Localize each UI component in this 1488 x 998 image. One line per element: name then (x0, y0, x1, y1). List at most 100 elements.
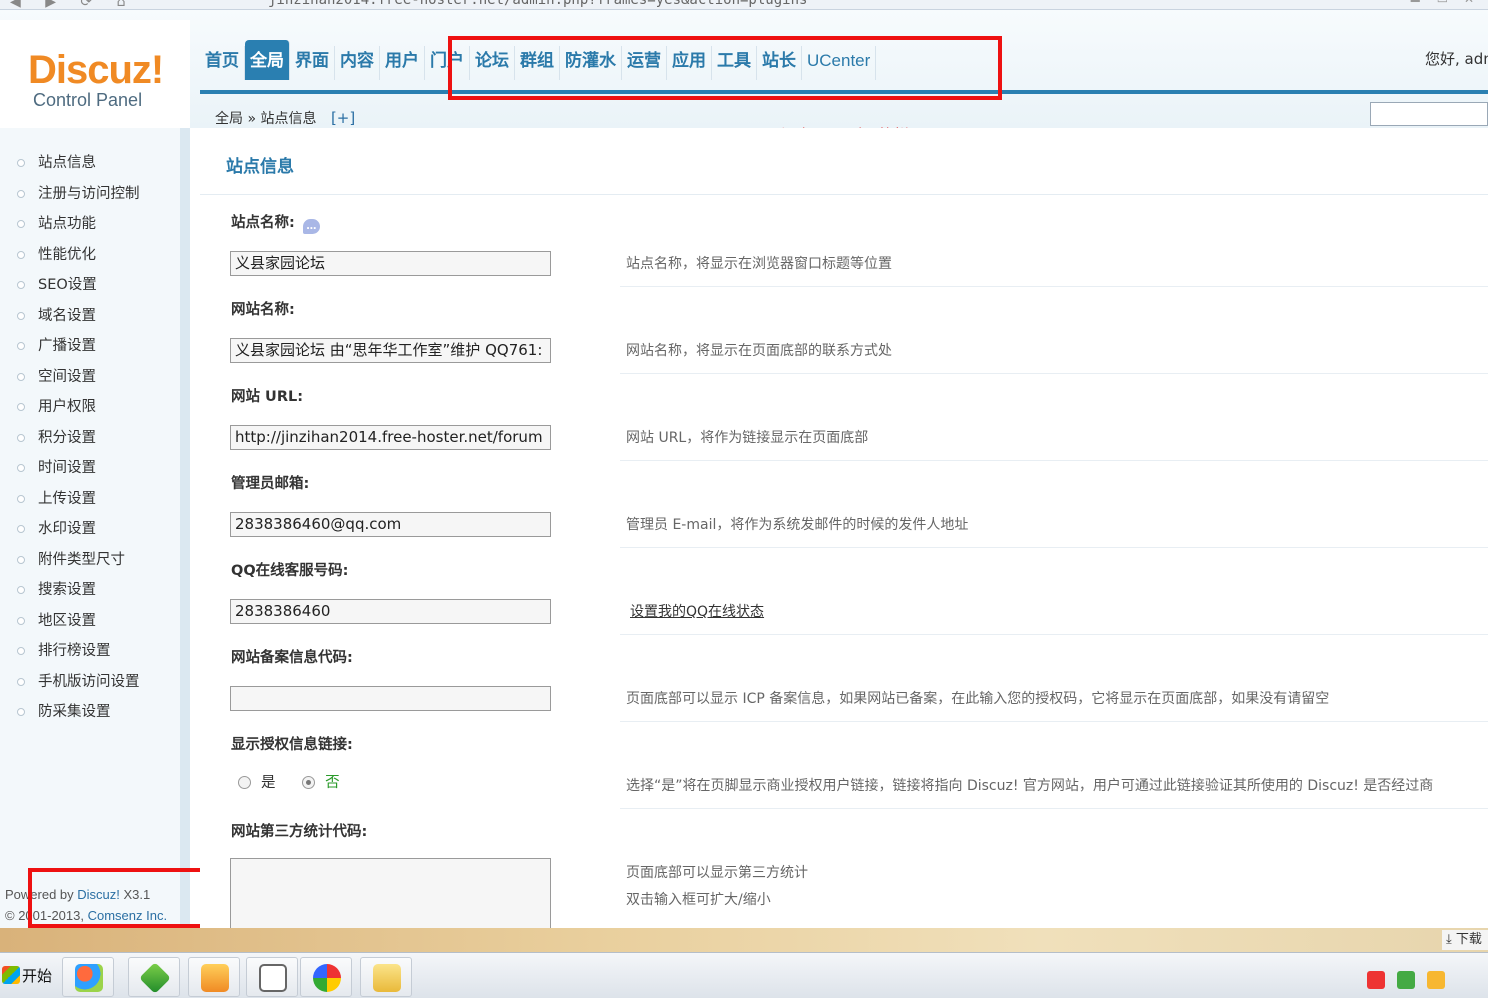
sidebar-item[interactable]: 水印设置 (0, 514, 180, 545)
sidebar-item-label: 广播设置 (38, 338, 96, 354)
sidebar-item[interactable]: 注册与访问控制 (0, 179, 180, 210)
radio-no-label: 否 (325, 775, 340, 791)
divider (620, 460, 1488, 461)
site-name-input[interactable]: 义县家园论坛 (230, 251, 551, 276)
bullet-icon (17, 647, 25, 655)
bullet-icon (17, 281, 25, 289)
sidebar-item-label: 站点信息 (38, 155, 96, 171)
graphics-icon[interactable] (1397, 971, 1415, 989)
taskbar-app[interactable] (246, 957, 298, 997)
website-name-label: 网站名称: (231, 302, 295, 318)
help-icon[interactable]: … (302, 219, 320, 234)
divider (200, 194, 1488, 195)
nav-user[interactable]: 用户 (380, 46, 425, 80)
divider (620, 373, 1488, 374)
bullet-icon (17, 616, 25, 625)
sidebar-item[interactable]: 排行榜设置 (0, 636, 180, 667)
tray-app-icon[interactable] (1427, 971, 1445, 989)
stat-code-textarea[interactable] (230, 858, 551, 928)
nav-content[interactable]: 内容 (335, 46, 380, 80)
sidebar-item-label: 空间设置 (38, 368, 96, 385)
search-input[interactable] (1370, 102, 1488, 126)
nav-home[interactable]: 首页 (200, 46, 245, 80)
browser-nav-icons[interactable]: ◀ ▶ ⟳ ⌂ (10, 0, 136, 9)
divider (620, 634, 1488, 635)
start-button[interactable]: 开始 (2, 965, 52, 986)
sidebar-item[interactable]: 附件类型尺寸 (0, 545, 180, 576)
icp-label: 网站备案信息代码: (231, 650, 353, 666)
sidebar-menu: 站点信息 注册与访问控制 站点功能 性能优化 SEO设置 域名设置 广播设置 空… (0, 148, 180, 728)
field-label: 站点名称: (231, 215, 295, 231)
nav-global[interactable]: 全局 (245, 40, 290, 80)
download-button[interactable]: ⤓ 下载 (1442, 930, 1488, 950)
sidebar-item[interactable]: 站点信息 (0, 148, 180, 179)
website-name-input[interactable]: 义县家园论坛 由“思年华工作室”维护 QQ761: (230, 338, 551, 363)
website-url-input[interactable]: http://jinzihan2014.free-hoster.net/foru… (230, 425, 551, 450)
bullet-icon (17, 464, 25, 472)
radio-yes[interactable]: 是 (238, 775, 276, 791)
download-manager-icon (139, 962, 171, 994)
radio-no[interactable]: 否 (302, 775, 340, 791)
sidebar-item-label: 域名设置 (38, 307, 96, 324)
sidebar-item[interactable]: 站点功能 (0, 209, 180, 240)
taskbar-app[interactable] (188, 957, 240, 997)
sidebar-item[interactable]: 地区设置 (0, 606, 180, 637)
sidebar-item-label: 上传设置 (38, 490, 96, 507)
sidebar-item-label: 搜索设置 (38, 582, 96, 598)
sidebar-item[interactable]: 上传设置 (0, 484, 180, 515)
admin-email-input[interactable]: 2838386460@qq.com (230, 512, 551, 537)
divider (620, 808, 1488, 809)
download-label: 下载 (1455, 932, 1482, 947)
taskbar-app[interactable] (128, 957, 180, 997)
sidebar-item[interactable]: SEO设置 (0, 270, 180, 301)
website-url-tip: 网站 URL，将作为链接显示在页面底部 (626, 430, 869, 446)
sidebar-item[interactable]: 搜索设置 (0, 575, 180, 606)
qq-status-link[interactable]: 设置我的QQ在线状态 (630, 601, 764, 621)
calculator-icon (259, 964, 287, 992)
bullet-icon (17, 555, 25, 564)
radio-selected-icon[interactable] (302, 776, 316, 789)
input-method-icon[interactable] (1367, 971, 1385, 989)
page-title: 站点信息 (226, 157, 294, 177)
taskbar-app[interactable] (300, 957, 352, 997)
sidebar-item[interactable]: 防采集设置 (0, 697, 180, 728)
divider (620, 286, 1488, 287)
user-greeting: 您好, adm (1425, 50, 1488, 68)
start-label: 开始 (22, 967, 53, 985)
logo-brand: Discuz! (28, 48, 164, 92)
sidebar-item-label: 时间设置 (38, 460, 96, 476)
sidebar-item[interactable]: 性能优化 (0, 240, 180, 271)
sidebar-item[interactable]: 用户权限 (0, 392, 180, 423)
sidebar-item[interactable]: 积分设置 (0, 423, 180, 454)
address-bar[interactable]: jinzihan2014.free-hoster.net/admin.php?f… (268, 0, 807, 8)
taskbar-app[interactable] (360, 957, 412, 997)
qq-service-input[interactable]: 2838386460 (230, 599, 551, 624)
bullet-icon (17, 433, 25, 442)
divider (620, 721, 1488, 722)
qq-service-label: QQ在线客服号码: (231, 563, 349, 579)
sidebar-item[interactable]: 时间设置 (0, 453, 180, 484)
website-name-tip: 网站名称，将显示在页面底部的联系方式处 (626, 343, 892, 359)
sidebar-item[interactable]: 广播设置 (0, 331, 180, 362)
icp-input[interactable] (230, 686, 551, 711)
bullet-icon (17, 372, 25, 381)
bullet-icon (17, 403, 25, 411)
license-link-label: 显示授权信息链接: (231, 737, 353, 753)
bullet-icon (17, 677, 25, 686)
stat-code-tip: 页面底部可以显示第三方统计 (626, 865, 808, 881)
sidebar-item-label: SEO设置 (38, 277, 97, 293)
breadcrumb-toggle[interactable]: [+] (331, 109, 355, 127)
window-controls-icon[interactable]: ▬ ▭ ✕ (1410, 0, 1480, 6)
admin-email-tip: 管理员 E-mail，将作为系统发邮件的时候的发件人地址 (626, 517, 969, 533)
sidebar-item[interactable]: 手机版访问设置 (0, 667, 180, 698)
sidebar-item[interactable]: 域名设置 (0, 301, 180, 332)
taskbar-app[interactable] (62, 957, 114, 997)
logo[interactable]: Discuz! Control Panel (0, 20, 190, 132)
license-link-tip: 选择“是”将在页脚显示商业授权用户链接，链接将指向 Discuz! 官方网站，用… (626, 778, 1434, 794)
sidebar-item[interactable]: 空间设置 (0, 362, 180, 393)
nav-style[interactable]: 界面 (290, 46, 335, 80)
radio-yes-label: 是 (261, 775, 276, 791)
divider (620, 547, 1488, 548)
breadcrumb-root[interactable]: 全局 (215, 111, 243, 127)
radio-icon[interactable] (238, 776, 251, 789)
